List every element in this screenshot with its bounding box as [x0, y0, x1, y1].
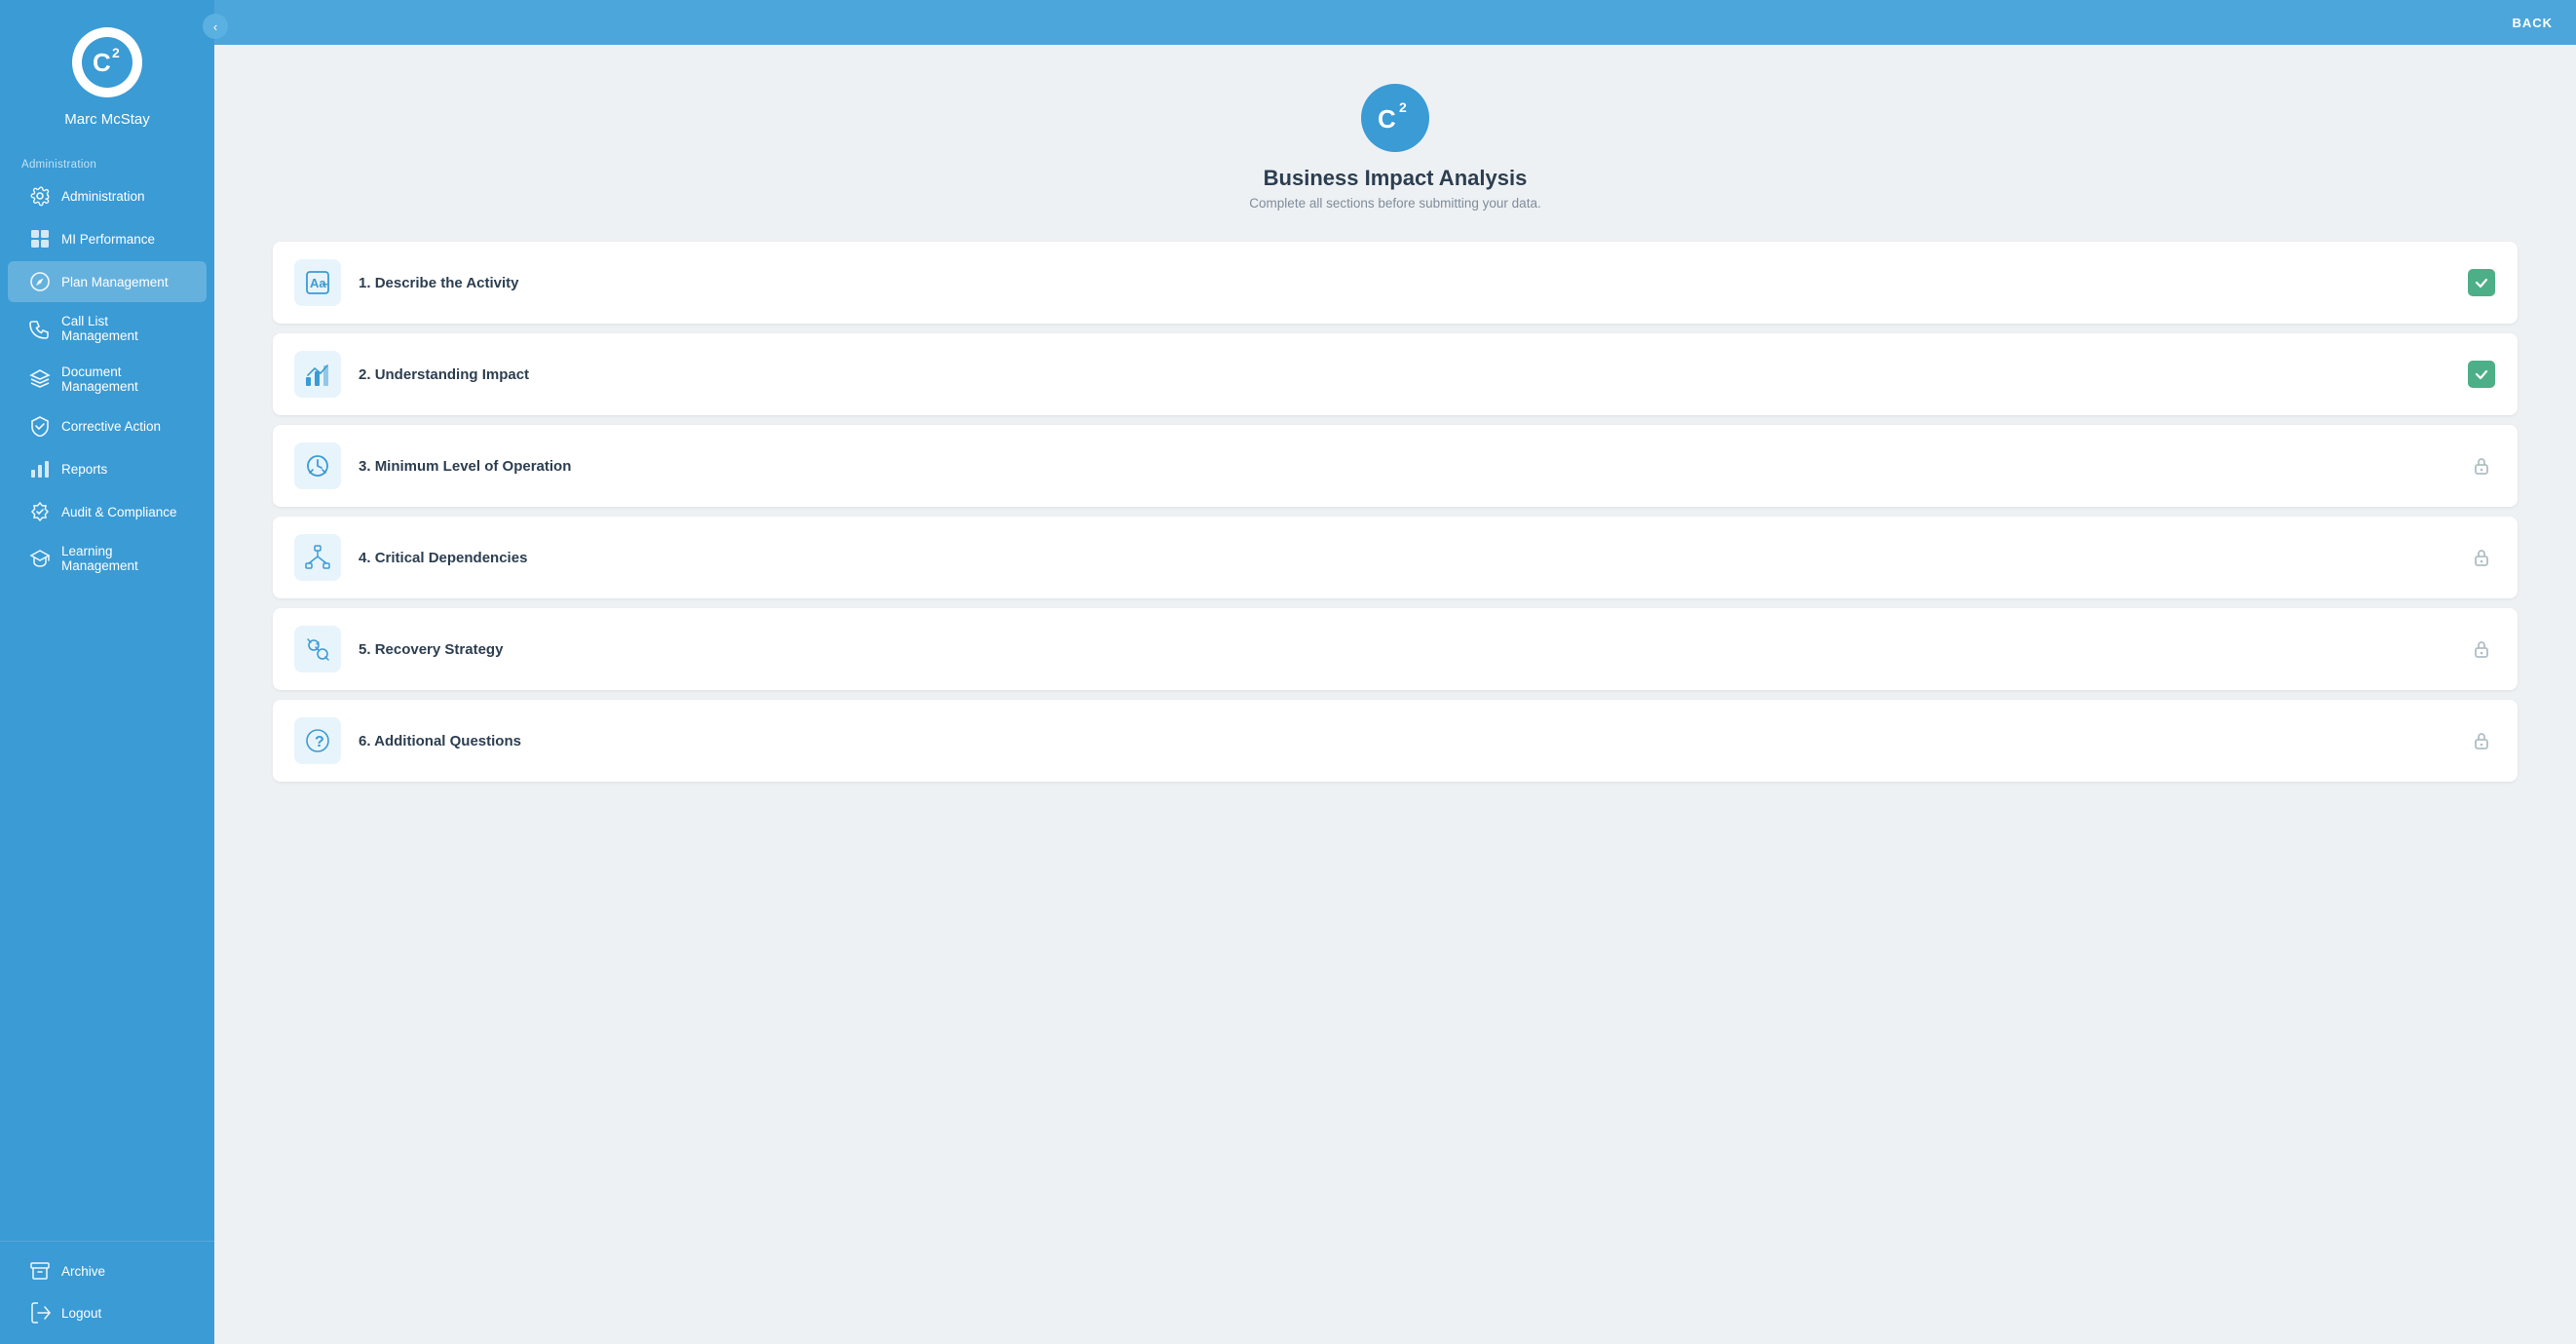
section-label-recovery-strategy: 5. Recovery Strategy	[359, 641, 2467, 658]
user-name: Marc McStay	[64, 111, 150, 128]
section-label-critical-dependencies: 4. Critical Dependencies	[359, 550, 2467, 566]
section-label-minimum-level: 3. Minimum Level of Operation	[359, 458, 2467, 475]
svg-text:?: ?	[315, 734, 324, 750]
sidebar-item-label-learning-management: Learning Management	[61, 544, 185, 573]
check-badge-icon	[29, 501, 51, 522]
sidebar-item-document-management[interactable]: Document Management	[8, 355, 207, 403]
sidebar-item-label-logout: Logout	[61, 1306, 101, 1321]
logout-icon	[29, 1302, 51, 1324]
shield-icon	[29, 415, 51, 437]
svg-text:2: 2	[112, 45, 120, 60]
section-status-additional-questions	[2467, 726, 2496, 755]
section-card-minimum-level[interactable]: 3. Minimum Level of Operation	[273, 425, 2518, 507]
app-logo: C 2	[1361, 84, 1429, 152]
section-status-describe-activity	[2467, 268, 2496, 297]
sidebar-item-label-audit-compliance: Audit & Compliance	[61, 505, 177, 519]
sidebar-logo: C 2	[72, 27, 142, 97]
sidebar-item-administration[interactable]: Administration	[8, 175, 207, 216]
sidebar-item-archive[interactable]: Archive	[8, 1250, 207, 1291]
svg-text:C: C	[1378, 104, 1396, 134]
graduation-icon	[29, 548, 51, 569]
compass-icon	[29, 271, 51, 292]
sidebar-item-plan-management[interactable]: Plan Management	[8, 261, 207, 302]
section-card-critical-dependencies[interactable]: 4. Critical Dependencies	[273, 517, 2518, 598]
sidebar-item-label-document-management: Document Management	[61, 365, 185, 394]
sidebar-item-label-reports: Reports	[61, 462, 107, 477]
section-icon-critical-dependencies	[294, 534, 341, 581]
sidebar-item-label-administration: Administration	[61, 189, 145, 204]
sidebar: ‹ C 2 Marc McStay Administration Adminis…	[0, 0, 214, 1344]
sidebar-item-corrective-action[interactable]: Corrective Action	[8, 405, 207, 446]
section-card-describe-activity[interactable]: Aa 1. Describe the Activity	[273, 242, 2518, 324]
sidebar-item-reports[interactable]: Reports	[8, 448, 207, 489]
section-label-describe-activity: 1. Describe the Activity	[359, 275, 2467, 291]
sidebar-item-mi-performance[interactable]: MI Performance	[8, 218, 207, 259]
check-icon-1	[2468, 269, 2495, 296]
page-header: C 2 Business Impact Analysis Complete al…	[273, 84, 2518, 211]
svg-text:C: C	[93, 48, 111, 77]
section-icon-additional-questions: ?	[294, 717, 341, 764]
svg-text:2: 2	[1399, 99, 1407, 115]
check-icon-2	[2468, 361, 2495, 388]
section-status-recovery-strategy	[2467, 634, 2496, 664]
sidebar-item-label-plan-management: Plan Management	[61, 275, 169, 289]
section-label-understanding-impact: 2. Understanding Impact	[359, 366, 2467, 383]
section-status-critical-dependencies	[2467, 543, 2496, 572]
archive-icon	[29, 1260, 51, 1282]
page-subtitle: Complete all sections before submitting …	[1249, 196, 1540, 211]
sidebar-item-call-list-management[interactable]: Call List Management	[8, 304, 207, 353]
section-card-additional-questions[interactable]: ? 6. Additional Questions	[273, 700, 2518, 782]
svg-text:Aa: Aa	[310, 276, 326, 290]
sidebar-item-learning-management[interactable]: Learning Management	[8, 534, 207, 583]
sidebar-header: C 2 Marc McStay	[0, 0, 214, 145]
layers-icon	[29, 368, 51, 390]
sidebar-bottom: Archive Logout	[0, 1241, 214, 1344]
section-icon-minimum-level	[294, 442, 341, 489]
sidebar-item-label-mi-performance: MI Performance	[61, 232, 155, 247]
sidebar-item-label-call-list: Call List Management	[61, 314, 185, 343]
section-status-minimum-level	[2467, 451, 2496, 480]
topbar: BACK	[214, 0, 2576, 45]
phone-icon	[29, 318, 51, 339]
back-button[interactable]: BACK	[2512, 16, 2553, 30]
sidebar-item-label-corrective-action: Corrective Action	[61, 419, 161, 434]
section-card-recovery-strategy[interactable]: 5. Recovery Strategy	[273, 608, 2518, 690]
main-area: BACK C 2 Business Impact Analysis Comple…	[214, 0, 2576, 1344]
section-icon-understanding-impact	[294, 351, 341, 398]
section-icon-recovery-strategy	[294, 626, 341, 672]
sidebar-item-logout[interactable]: Logout	[8, 1292, 207, 1333]
sidebar-section-label: Administration	[0, 145, 214, 174]
sidebar-item-audit-compliance[interactable]: Audit & Compliance	[8, 491, 207, 532]
section-status-understanding-impact	[2467, 360, 2496, 389]
gear-icon	[29, 185, 51, 207]
section-label-additional-questions: 6. Additional Questions	[359, 733, 2467, 749]
dashboard-icon	[29, 228, 51, 250]
sidebar-collapse-button[interactable]: ‹	[203, 14, 228, 39]
section-card-understanding-impact[interactable]: 2. Understanding Impact	[273, 333, 2518, 415]
bar-chart-icon	[29, 458, 51, 480]
page-title: Business Impact Analysis	[1264, 166, 1528, 191]
sidebar-item-label-archive: Archive	[61, 1264, 105, 1279]
section-icon-describe-activity: Aa	[294, 259, 341, 306]
main-content: C 2 Business Impact Analysis Complete al…	[214, 45, 2576, 1344]
